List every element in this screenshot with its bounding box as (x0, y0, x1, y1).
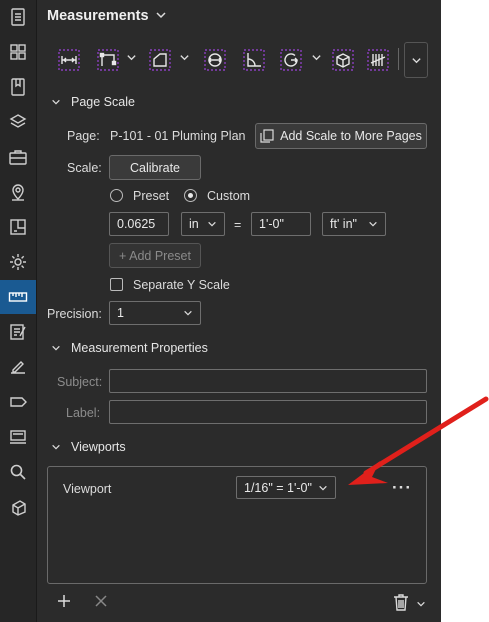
chevron-down-icon[interactable] (311, 52, 322, 66)
chevron-down-icon (52, 99, 60, 105)
measurement-properties-title: Measurement Properties (71, 341, 208, 355)
page-label: Page: (67, 129, 100, 143)
bookmark-icon[interactable] (0, 70, 36, 104)
precision-select[interactable]: 1 (109, 301, 201, 325)
copy-pages-icon (260, 129, 274, 143)
add-scale-to-more-pages-button[interactable]: Add Scale to More Pages (255, 123, 427, 149)
measurements-app: Measurements Page Scale Page: P-101 - 01… (0, 0, 441, 622)
viewports-section-header[interactable]: Viewports (51, 440, 126, 454)
separate-y-scale-checkbox[interactable] (110, 278, 123, 291)
subject-label: Subject: (57, 375, 103, 389)
location-pin-icon[interactable] (0, 175, 36, 209)
viewport-label: Viewport (63, 482, 112, 496)
viewport-scale-value: 1/16" = 1'-0" (244, 480, 312, 495)
add-scale-label: Add Scale to More Pages (280, 129, 422, 143)
precision-label: Precision: (47, 307, 102, 321)
page-value: P-101 - 01 Pluming Plan (110, 129, 246, 143)
add-preset-button[interactable]: + Add Preset (109, 243, 201, 268)
viewport-scale-select[interactable]: 1/16" = 1'-0" (236, 476, 336, 499)
toolbar-overflow-button[interactable] (404, 42, 428, 78)
area-measure-icon[interactable] (146, 46, 174, 74)
page-split-icon[interactable] (0, 210, 36, 244)
layers-icon[interactable] (0, 105, 36, 139)
stamp-icon[interactable] (0, 420, 36, 454)
annotation-arrow (348, 396, 489, 485)
search-icon[interactable] (0, 455, 36, 489)
scale-value-left-input[interactable]: 0.0625 (109, 212, 169, 236)
chevron-down-icon (52, 345, 60, 351)
preset-radio[interactable] (110, 189, 123, 202)
scale-value-right-input[interactable]: 1'-0" (251, 212, 311, 236)
page-scale-title: Page Scale (71, 95, 135, 109)
chevron-down-icon (319, 485, 327, 491)
polylength-measure-icon[interactable] (94, 46, 122, 74)
chevron-down-icon (369, 221, 377, 227)
chevron-down-icon[interactable] (179, 52, 190, 66)
markup-list-icon[interactable] (0, 315, 36, 349)
page-scale-section-header[interactable]: Page Scale (51, 95, 135, 109)
add-icon[interactable] (57, 594, 71, 611)
trash-icon[interactable] (393, 593, 409, 614)
volume-measure-icon[interactable] (329, 46, 357, 74)
calibrate-button[interactable]: Calibrate (109, 155, 201, 180)
chevron-down-icon[interactable] (126, 52, 137, 66)
separate-y-scale-label: Separate Y Scale (133, 278, 230, 292)
measurements-panel: Measurements Page Scale Page: P-101 - 01… (37, 0, 441, 622)
equals-sign: = (234, 218, 242, 232)
scale-label: Scale: (67, 161, 102, 175)
chevron-down-icon[interactable] (155, 9, 167, 24)
grid-icon[interactable] (0, 35, 36, 69)
measurement-properties-section-header[interactable]: Measurement Properties (51, 341, 208, 355)
gear-icon[interactable] (0, 245, 36, 279)
precision-value: 1 (117, 306, 124, 320)
custom-radio[interactable] (184, 189, 197, 202)
toolbar-separator (398, 48, 399, 70)
unit-right-value: ft' in" (330, 217, 357, 231)
remove-icon[interactable] (94, 594, 108, 611)
unit-left-select[interactable]: in (181, 212, 225, 236)
diameter-measure-icon[interactable] (201, 46, 229, 74)
subject-input[interactable] (109, 369, 427, 393)
ruler-icon[interactable] (0, 280, 36, 314)
length-measure-icon[interactable] (55, 46, 83, 74)
shape-3d-icon[interactable] (0, 490, 36, 524)
unit-right-select[interactable]: ft' in" (322, 212, 386, 236)
toolbox-icon[interactable] (0, 140, 36, 174)
unit-left-value: in (189, 217, 199, 231)
viewports-title: Viewports (71, 440, 126, 454)
left-tool-rail (0, 0, 37, 622)
custom-option-label: Custom (207, 189, 251, 203)
signature-icon[interactable] (0, 350, 36, 384)
count-measure-icon[interactable] (364, 46, 392, 74)
document-icon[interactable] (0, 0, 36, 34)
chevron-down-icon (208, 221, 216, 227)
preset-option-label: Preset (133, 189, 170, 203)
radius-measure-icon[interactable] (277, 46, 305, 74)
chevron-down-icon (184, 310, 192, 316)
tag-icon[interactable] (0, 385, 36, 419)
panel-title: Measurements (47, 8, 149, 24)
chevron-down-icon[interactable] (416, 598, 426, 612)
chevron-down-icon (411, 57, 421, 63)
label-label: Label: (66, 406, 101, 420)
angle-measure-icon[interactable] (240, 46, 268, 74)
chevron-down-icon (52, 444, 60, 450)
